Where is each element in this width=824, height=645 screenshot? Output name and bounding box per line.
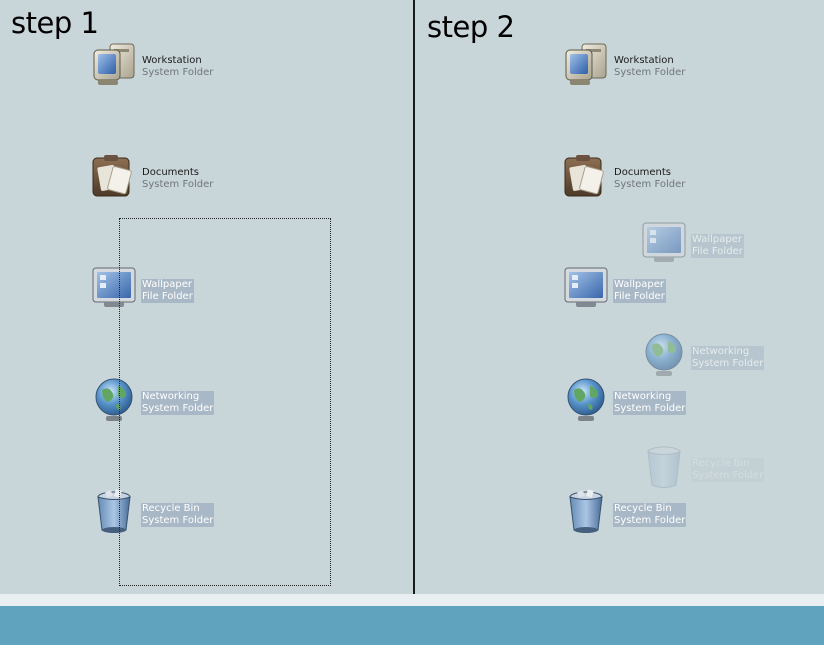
workstation-icon bbox=[90, 40, 138, 88]
wallpaper-icon bbox=[640, 219, 688, 267]
icon-kind: System Folder bbox=[692, 470, 764, 481]
desktop-icon-documents[interactable]: Documents System Folder bbox=[90, 152, 240, 206]
wallpaper-icon bbox=[562, 264, 610, 312]
icon-label: Workstation System Folder bbox=[613, 55, 686, 79]
step-2-title: step 2 bbox=[427, 10, 515, 44]
taskbar[interactable] bbox=[0, 606, 824, 645]
desktop-bottom-strip bbox=[0, 594, 824, 606]
icon-name: Wallpaper bbox=[692, 234, 743, 245]
documents-folder-icon bbox=[90, 152, 138, 200]
rubber-band-selection bbox=[119, 218, 331, 586]
icon-kind: System Folder bbox=[614, 67, 686, 78]
icon-name: Recycle Bin bbox=[614, 503, 672, 514]
icon-label: Recycle Bin System Folder bbox=[691, 458, 765, 482]
step-1-panel: step 1 Workstation System Folder Documen… bbox=[0, 0, 414, 645]
icon-label: Workstation System Folder bbox=[141, 55, 214, 79]
icon-name: Documents bbox=[142, 167, 200, 178]
icon-kind: System Folder bbox=[614, 515, 686, 526]
step-1-title: step 1 bbox=[11, 6, 99, 40]
icon-kind: System Folder bbox=[142, 67, 214, 78]
icon-kind: File Folder bbox=[614, 291, 665, 302]
recycle-bin-icon bbox=[562, 488, 610, 536]
desktop-icon-recycle-bin[interactable]: Recycle Bin System Folder bbox=[562, 488, 712, 542]
icon-name: Documents bbox=[614, 167, 672, 178]
icon-name: Wallpaper bbox=[614, 279, 665, 290]
recycle-bin-icon bbox=[640, 443, 688, 491]
globe-icon bbox=[562, 376, 610, 424]
icon-label: Networking System Folder bbox=[691, 346, 765, 370]
desktop-icon-workstation[interactable]: Workstation System Folder bbox=[562, 40, 712, 94]
icon-kind: System Folder bbox=[614, 403, 686, 414]
icon-kind: System Folder bbox=[142, 179, 214, 190]
icon-kind: File Folder bbox=[692, 246, 743, 257]
icon-label: Networking System Folder bbox=[613, 391, 687, 415]
step-2-panel: step 2 Workstation System Folder Documen… bbox=[415, 0, 824, 645]
icon-label: Wallpaper File Folder bbox=[613, 279, 666, 303]
desktop-icon-networking[interactable]: Networking System Folder bbox=[562, 376, 712, 430]
icon-name: Workstation bbox=[614, 55, 674, 66]
icon-kind: System Folder bbox=[692, 358, 764, 369]
icon-name: Workstation bbox=[142, 55, 202, 66]
icon-kind: System Folder bbox=[614, 179, 686, 190]
globe-icon bbox=[640, 331, 688, 379]
icon-label: Wallpaper File Folder bbox=[691, 234, 744, 258]
desktop-icon-workstation[interactable]: Workstation System Folder bbox=[90, 40, 240, 94]
icon-name: Recycle Bin bbox=[692, 458, 750, 469]
icon-label: Recycle Bin System Folder bbox=[613, 503, 687, 527]
icon-name: Networking bbox=[614, 391, 672, 402]
icon-label: Documents System Folder bbox=[613, 167, 686, 191]
desktop-icon-documents[interactable]: Documents System Folder bbox=[562, 152, 712, 206]
icon-label: Documents System Folder bbox=[141, 167, 214, 191]
icon-name: Networking bbox=[692, 346, 750, 357]
workstation-icon bbox=[562, 40, 610, 88]
desktop-icon-wallpaper[interactable]: Wallpaper File Folder bbox=[562, 264, 712, 318]
documents-folder-icon bbox=[562, 152, 610, 200]
